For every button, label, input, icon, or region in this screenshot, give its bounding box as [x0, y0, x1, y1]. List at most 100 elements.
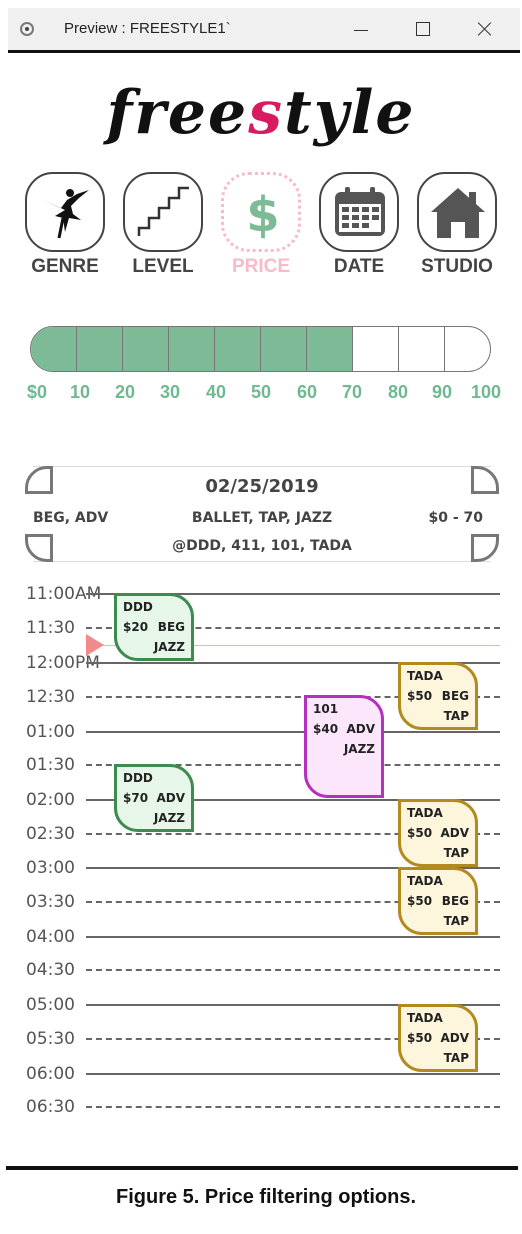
price-tick: 90 — [431, 382, 453, 402]
time-label: 12:30 — [26, 687, 75, 707]
logo-text-suffix: tyle — [284, 78, 416, 148]
event-genre: TAP — [443, 1051, 469, 1065]
logo-text-prefix: free — [106, 78, 249, 148]
time-label: 11:30 — [26, 618, 75, 638]
figure-caption: Figure 5. Price filtering options. — [116, 1186, 417, 1208]
price-segment[interactable] — [353, 327, 399, 371]
nav-genre-label: GENRE — [31, 256, 99, 277]
event-genre: JAZZ — [153, 811, 185, 825]
hour-line — [86, 1073, 500, 1075]
calendar-icon — [335, 187, 385, 236]
event-studio: TADA — [407, 1011, 443, 1025]
nav-studio-button[interactable] — [417, 172, 497, 252]
nav-genre[interactable]: GENRE — [22, 172, 108, 278]
price-segment[interactable] — [399, 327, 445, 371]
summary-date: 02/25/2019 — [205, 476, 319, 497]
titlebar-divider — [8, 50, 520, 53]
time-label: 03:00 — [26, 858, 75, 878]
price-tick: 80 — [387, 382, 409, 402]
nav-date-button[interactable] — [319, 172, 399, 252]
nav-price[interactable]: $ PRICE — [218, 172, 304, 278]
time-label: 01:30 — [26, 755, 75, 775]
time-label: 06:30 — [26, 1097, 75, 1117]
price-range-slider[interactable] — [30, 326, 491, 372]
app-logo: freestyle — [0, 78, 522, 148]
class-event[interactable]: DDD $70 ADV JAZZ — [114, 764, 194, 832]
price-segment[interactable] — [31, 327, 77, 371]
event-level: ADV — [346, 722, 375, 736]
event-genre: TAP — [443, 846, 469, 860]
price-tick: 40 — [205, 382, 227, 402]
footer-divider — [6, 1166, 518, 1170]
price-segment[interactable] — [445, 327, 490, 371]
house-icon — [431, 188, 485, 238]
time-label: 05:00 — [26, 995, 75, 1015]
time-label: 02:00 — [26, 790, 75, 810]
time-slot: 11:30 — [0, 616, 522, 640]
event-genre: TAP — [443, 709, 469, 723]
event-level: ADV — [440, 826, 469, 840]
price-tick: 60 — [296, 382, 318, 402]
time-label: 04:30 — [26, 960, 75, 980]
event-studio: TADA — [407, 806, 443, 820]
price-segment[interactable] — [307, 327, 353, 371]
class-event[interactable]: TADA $50 ADV TAP — [398, 1004, 478, 1072]
time-slot: 01:30 — [0, 753, 522, 777]
nav-studio[interactable]: STUDIO — [414, 172, 500, 278]
event-studio: TADA — [407, 669, 443, 683]
close-button[interactable] — [462, 12, 508, 46]
event-price: $40 — [313, 722, 339, 736]
filter-summary-card: 02/25/2019 BEG, ADV BALLET, TAP, JAZZ $0… — [25, 466, 499, 562]
stairs-icon — [137, 186, 189, 236]
time-label: 03:30 — [26, 892, 75, 912]
event-genre: JAZZ — [343, 742, 375, 756]
time-slot: 11:00AM — [0, 582, 522, 606]
summary-studios: @DDD, 411, 101, TADA — [172, 538, 352, 554]
nav-genre-button[interactable] — [25, 172, 105, 252]
event-studio: DDD — [123, 600, 153, 614]
record-icon — [20, 22, 34, 36]
logo-accent-letter: s — [248, 78, 284, 148]
half-hour-line — [86, 1106, 500, 1108]
class-event[interactable]: 101 $40 ADV JAZZ — [304, 695, 384, 798]
nav-level-button[interactable] — [123, 172, 203, 252]
nav-date-label: DATE — [333, 256, 385, 277]
minimize-button[interactable] — [338, 12, 384, 46]
event-genre: JAZZ — [153, 640, 185, 654]
event-price: $50 — [407, 826, 433, 840]
event-genre: TAP — [443, 914, 469, 928]
time-label: 05:30 — [26, 1029, 75, 1049]
time-label: 06:00 — [26, 1064, 75, 1084]
price-tick: 50 — [250, 382, 272, 402]
event-price: $70 — [123, 791, 149, 805]
event-studio: TADA — [407, 874, 443, 888]
event-price: $50 — [407, 689, 433, 703]
nav-date[interactable]: DATE — [316, 172, 402, 278]
class-event[interactable]: TADA $50 BEG TAP — [398, 867, 478, 935]
class-event[interactable]: TADA $50 BEG TAP — [398, 662, 478, 730]
price-tick: 30 — [159, 382, 181, 402]
class-event[interactable]: TADA $50 ADV TAP — [398, 799, 478, 867]
event-level: BEG — [441, 894, 469, 908]
price-segment[interactable] — [123, 327, 169, 371]
window-title: Preview : FREESTYLE1` — [64, 20, 231, 37]
nav-price-button[interactable]: $ — [221, 172, 301, 252]
price-tick: $0 — [26, 382, 48, 402]
time-label: 02:30 — [26, 824, 75, 844]
time-label: 01:00 — [26, 722, 75, 742]
price-tick: 70 — [341, 382, 363, 402]
maximize-button[interactable] — [400, 12, 446, 46]
half-hour-line — [86, 969, 500, 971]
nav-level[interactable]: LEVEL — [120, 172, 206, 278]
price-segment[interactable] — [215, 327, 261, 371]
event-level: BEG — [157, 620, 185, 634]
event-level: ADV — [440, 1031, 469, 1045]
price-segment[interactable] — [261, 327, 307, 371]
price-tick: 20 — [114, 382, 136, 402]
price-tick: 10 — [69, 382, 91, 402]
price-segment[interactable] — [77, 327, 123, 371]
ballerina-icon — [43, 189, 89, 239]
class-event[interactable]: DDD $20 BEG JAZZ — [114, 593, 194, 661]
price-segment[interactable] — [169, 327, 215, 371]
event-studio: 101 — [313, 702, 339, 716]
